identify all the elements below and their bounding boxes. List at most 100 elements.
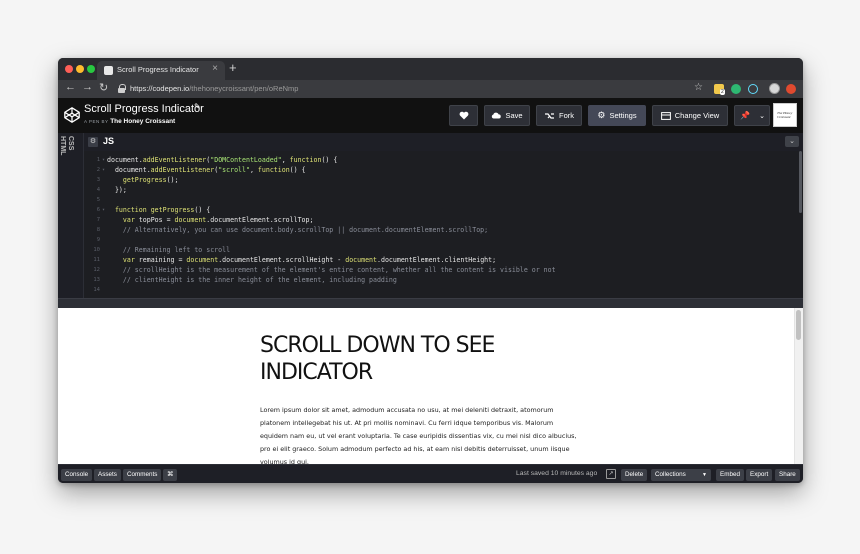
code-text: var topPos = document.documentElement.sc… — [107, 215, 314, 225]
lock-icon — [118, 84, 126, 93]
code-token: .documentElement.scrollHeight - — [218, 256, 346, 264]
code-token: var — [122, 256, 135, 264]
address-bar: ← → ↻ https://codepen.io/thehoneycroissa… — [58, 80, 803, 98]
code-token: , — [249, 166, 258, 174]
extension-red-icon[interactable] — [786, 84, 796, 94]
line-number: 14 — [93, 287, 100, 293]
bookmark-star-icon[interactable]: ☆ — [694, 82, 703, 93]
line-number: 2 — [96, 167, 100, 173]
heart-button[interactable] — [449, 105, 478, 126]
code-token: (); — [166, 176, 179, 184]
heart-icon — [459, 111, 468, 120]
editor-scrollbar[interactable] — [799, 151, 802, 213]
code-token: // Remaining left to scroll — [107, 246, 231, 254]
url-field[interactable]: https://codepen.io/thehoneycroissant/pen… — [130, 84, 298, 93]
js-panel-title: JS — [103, 136, 115, 146]
close-window-button[interactable] — [65, 65, 73, 73]
profile-avatar-icon[interactable] — [769, 83, 780, 94]
pin-menu-button[interactable]: 📌 ⌄ — [734, 105, 770, 126]
editor-footer: Console Assets Comments ⌘ Last saved 10 … — [58, 464, 803, 483]
line-number: 9 — [96, 237, 100, 243]
author-link[interactable]: The Honey Croissant — [110, 118, 175, 125]
maximize-window-button[interactable] — [87, 65, 95, 73]
extension-notes-icon[interactable]: 2 — [714, 84, 725, 95]
minimize-window-button[interactable] — [76, 65, 84, 73]
line-number: 6 — [96, 207, 100, 213]
code-token: addEventListener — [142, 156, 207, 164]
line-number: 5 — [96, 197, 100, 203]
panel-collapse-chevron-icon[interactable]: ⌄ — [785, 136, 799, 147]
code-token: document — [174, 216, 207, 224]
react-devtools-icon[interactable] — [748, 84, 758, 94]
collections-label: Collections — [655, 471, 686, 478]
browser-tab-strip: Scroll Progress Indicator × + — [58, 58, 803, 80]
side-tab-html[interactable]: HTML — [59, 136, 66, 156]
embed-button[interactable]: Embed — [716, 469, 744, 481]
share-button[interactable]: Share — [775, 469, 800, 481]
change-view-label: Change View — [674, 111, 720, 120]
code-token: .documentElement.scrollTop; — [206, 216, 314, 224]
settings-button[interactable]: ⚙ Settings — [588, 105, 646, 126]
code-text: document.addEventListener("scroll", func… — [107, 165, 306, 175]
extension-badge: 2 — [720, 89, 725, 95]
code-token: getProgress — [146, 206, 195, 214]
forward-arrow-icon[interactable]: → — [82, 81, 93, 93]
preview-heading: SCROLL DOWN TO SEE INDICATOR — [260, 333, 495, 385]
fold-arrow-icon[interactable]: ▾ — [102, 205, 105, 215]
code-token: "scroll" — [218, 166, 250, 174]
code-token: document — [345, 256, 377, 264]
pin-icon: 📌 — [740, 111, 750, 120]
edit-pencil-icon[interactable]: ✎ — [194, 102, 201, 111]
change-view-button[interactable]: Change View — [652, 105, 728, 126]
delete-button[interactable]: Delete — [621, 469, 648, 481]
code-token: getProgress — [122, 176, 167, 184]
preview-body-text: Lorem ipsum dolor sit amet, admodum accu… — [260, 406, 577, 464]
code-token: topPos = — [134, 216, 175, 224]
tab-close-icon[interactable]: × — [212, 63, 218, 74]
open-external-icon[interactable]: ↗ — [606, 469, 616, 479]
back-arrow-icon[interactable]: ← — [65, 81, 76, 93]
js-code-editor[interactable]: 1 ▾ document.addEventListener("DOMContentL… — [84, 151, 803, 298]
assets-button[interactable]: Assets — [94, 469, 121, 481]
side-tab-css[interactable]: CSS — [67, 136, 74, 156]
code-token: }); — [107, 186, 127, 194]
code-token: addEventListener — [150, 166, 215, 174]
code-text: var remaining = document.documentElement… — [107, 255, 496, 265]
layout-icon — [660, 111, 671, 120]
line-number: 8 — [96, 227, 100, 233]
fold-arrow-icon[interactable]: ▾ — [102, 165, 105, 175]
url-host: https://codepen.io — [130, 84, 190, 93]
js-settings-gear-icon[interactable]: ⚙ — [88, 137, 98, 147]
codepen-favicon-icon — [104, 66, 113, 75]
line-number: 4 — [96, 187, 100, 193]
save-label: Save — [505, 111, 523, 120]
preview-scrollbar-thumb[interactable] — [796, 310, 801, 340]
codepen-logo-icon[interactable] — [63, 106, 81, 124]
pen-author-line: A PEN BY The Honey Croissant — [84, 118, 175, 125]
console-button[interactable]: Console — [61, 469, 93, 481]
save-button[interactable]: Save — [484, 105, 530, 126]
new-tab-button[interactable]: + — [229, 60, 237, 75]
pen-title[interactable]: Scroll Progress Indicator — [84, 103, 204, 115]
reload-icon[interactable]: ↻ — [99, 81, 108, 94]
code-token: , — [281, 156, 290, 164]
fold-arrow-icon[interactable]: ▾ — [102, 155, 105, 165]
keyboard-shortcuts-icon[interactable]: ⌘ — [163, 469, 178, 481]
browser-tab[interactable]: Scroll Progress Indicator × — [97, 61, 225, 80]
collections-dropdown[interactable]: Collections ▼ — [651, 469, 711, 481]
line-number: 12 — [93, 267, 100, 273]
user-profile-thumbnail[interactable]: The Honey Croissant — [773, 103, 797, 127]
export-button[interactable]: Export — [746, 469, 773, 481]
code-text: // Remaining left to scroll — [107, 245, 230, 255]
fork-button[interactable]: Fork — [536, 105, 582, 126]
extension-green-icon[interactable] — [731, 84, 741, 94]
code-text: // clientHeight is the inner height of t… — [107, 275, 397, 285]
code-token: function — [114, 206, 147, 214]
line-number: 11 — [93, 257, 100, 263]
editor-preview-resizer[interactable] — [58, 298, 803, 308]
comments-button[interactable]: Comments — [123, 469, 162, 481]
